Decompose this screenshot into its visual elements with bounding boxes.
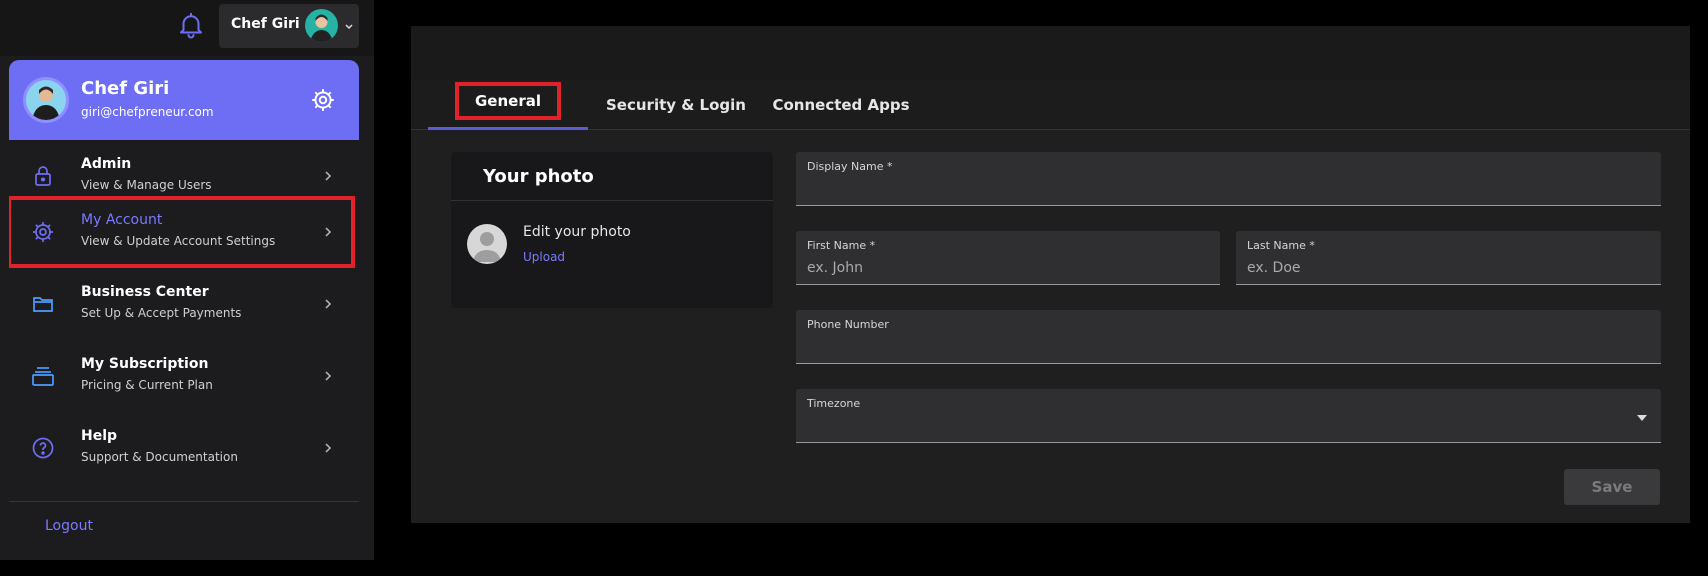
- display-name-input[interactable]: [807, 178, 1632, 200]
- menu-item-title: Help: [81, 428, 118, 444]
- menu-item-business-center[interactable]: Business Center Set Up & Accept Payments: [9, 268, 359, 340]
- menu-item-title: My Account: [81, 212, 163, 228]
- stack-icon: [32, 367, 54, 386]
- field-label: Display Name *: [807, 160, 893, 173]
- menu-item-help[interactable]: Help Support & Documentation: [9, 412, 359, 484]
- photo-card-title: Your photo: [483, 166, 594, 187]
- gear-icon: [33, 222, 53, 242]
- first-name-field[interactable]: First Name *: [796, 231, 1220, 285]
- account-menu: Chef Giri giri@chefpreneur.com Admin Vie…: [9, 60, 359, 552]
- account-settings-panel: General Security & Login Connected Apps …: [411, 26, 1690, 523]
- divider: [451, 200, 773, 201]
- user-name: Chef Giri: [231, 16, 300, 32]
- field-label: Phone Number: [807, 318, 889, 331]
- settings-header-bar: [411, 26, 1690, 80]
- tab-general[interactable]: General: [428, 80, 588, 130]
- avatar-placeholder-icon: [467, 224, 507, 264]
- menu-item-subtitle: View & Manage Users: [81, 178, 212, 192]
- profile-email: giri@chefpreneur.com: [81, 105, 214, 119]
- lock-icon: [35, 166, 51, 186]
- menu-item-my-account[interactable]: My Account View & Update Account Setting…: [9, 196, 355, 268]
- gear-icon[interactable]: [310, 87, 336, 113]
- chevron-right-icon: [325, 443, 332, 453]
- help-icon: [32, 437, 54, 459]
- menu-item-subtitle: Set Up & Accept Payments: [81, 306, 242, 320]
- tab-security-login[interactable]: Security & Login: [596, 80, 756, 130]
- settings-tabs: General Security & Login Connected Apps: [411, 80, 1690, 130]
- menu-header: Chef Giri giri@chefpreneur.com: [9, 60, 359, 140]
- last-name-field[interactable]: Last Name *: [1236, 231, 1661, 285]
- avatar: [23, 77, 69, 123]
- tab-connected-apps[interactable]: Connected Apps: [761, 80, 921, 130]
- menu-item-subtitle: Pricing & Current Plan: [81, 378, 213, 392]
- profile-name: Chef Giri: [81, 78, 170, 99]
- display-name-field[interactable]: Display Name *: [796, 152, 1661, 206]
- phone-number-field[interactable]: Phone Number: [796, 310, 1661, 364]
- tab-label: General: [455, 81, 561, 120]
- menu-item-title: Admin: [81, 156, 132, 172]
- edit-photo-label: Edit your photo: [523, 224, 631, 240]
- logout-button[interactable]: Logout: [45, 518, 93, 534]
- menu-divider: [9, 501, 359, 502]
- caret-down-icon: [1637, 415, 1647, 421]
- chevron-down-icon: [345, 24, 353, 30]
- chevron-right-icon: [325, 299, 332, 309]
- menu-item-title: Business Center: [81, 284, 209, 300]
- field-label: Timezone: [807, 397, 861, 410]
- field-label: Last Name *: [1247, 239, 1315, 252]
- folder-icon: [33, 297, 53, 312]
- timezone-select[interactable]: Timezone: [796, 389, 1661, 443]
- save-button[interactable]: Save: [1564, 469, 1660, 505]
- first-name-input[interactable]: [807, 257, 1191, 279]
- top-bar: Chef Giri: [0, 0, 374, 56]
- chevron-right-icon: [325, 227, 332, 237]
- field-label: First Name *: [807, 239, 876, 252]
- menu-item-subtitle: View & Update Account Settings: [81, 234, 276, 248]
- account-dropdown-panel: Chef Giri Chef Giri giri@chefpreneur.com…: [0, 0, 374, 560]
- photo-card: Your photo Edit your photo Upload: [451, 152, 773, 308]
- last-name-input[interactable]: [1247, 257, 1632, 279]
- phone-number-input[interactable]: [807, 336, 1632, 358]
- user-menu-button[interactable]: Chef Giri: [219, 4, 359, 48]
- menu-item-subtitle: Support & Documentation: [81, 450, 238, 464]
- avatar: [305, 9, 338, 42]
- menu-item-title: My Subscription: [81, 356, 209, 372]
- menu-item-my-subscription[interactable]: My Subscription Pricing & Current Plan: [9, 340, 359, 412]
- bell-icon[interactable]: [176, 10, 206, 40]
- chevron-right-icon: [325, 371, 332, 381]
- tab-label: Connected Apps: [772, 96, 910, 114]
- chevron-right-icon: [325, 171, 332, 181]
- upload-link[interactable]: Upload: [523, 250, 565, 264]
- tab-label: Security & Login: [606, 96, 746, 114]
